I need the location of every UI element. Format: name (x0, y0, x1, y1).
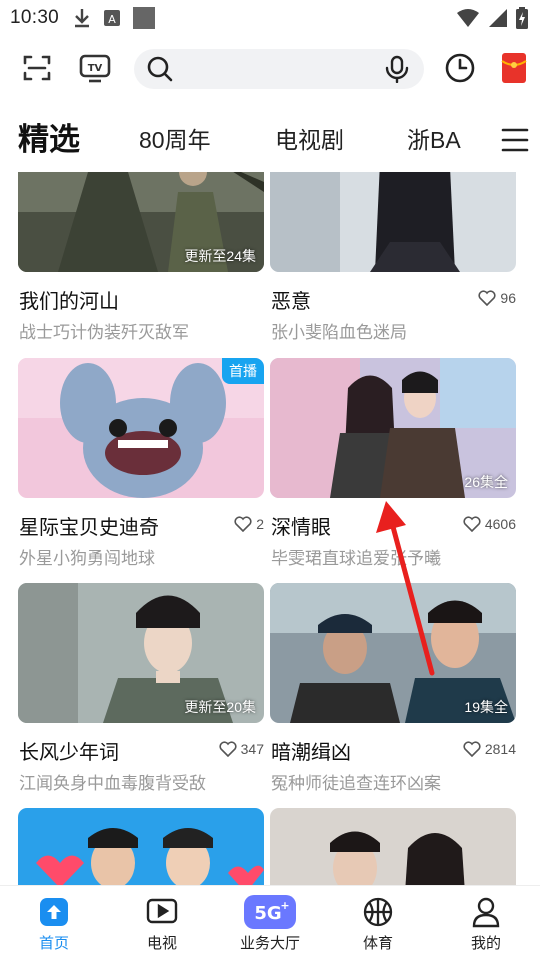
video-thumbnail[interactable] (270, 808, 516, 885)
tab-80th-anniversary[interactable]: 80周年 (139, 112, 211, 168)
heart-icon (463, 516, 481, 532)
nav-home[interactable]: 首页 (9, 892, 99, 956)
tab-tv-series[interactable]: 电视剧 (275, 112, 344, 168)
card-subtitle: 战士巧计伪装歼灭敌军 (19, 323, 189, 342)
signal-icon (489, 9, 507, 27)
video-card-deep-love-eyes[interactable]: 26集全 深情眼 4606 毕雯珺直球追爱张予曦 (270, 358, 516, 568)
status-time: 10:30 (10, 7, 60, 28)
premiere-badge: 首播 (222, 358, 264, 384)
card-subtitle: 张小斐陷血色迷局 (271, 323, 407, 342)
video-card-stitch[interactable]: 首播 星际宝贝史迪奇 2 外星小狗勇闯地球 (18, 358, 264, 568)
basketball-icon (362, 896, 394, 928)
nav-business-hall[interactable]: 5G + 业务大厅 (225, 892, 315, 956)
nav-label: 电视 (146, 935, 177, 952)
video-card-changfeng[interactable]: 更新至20集 长风少年词 347 江闻奂身中血毒腹背受敌 (18, 583, 264, 793)
like-number: 96 (500, 290, 516, 306)
nav-label: 首页 (38, 935, 69, 952)
card-title: 暗潮缉凶 (271, 742, 351, 764)
nav-sports[interactable]: 体育 (333, 892, 423, 956)
episode-badge: 19集全 (464, 699, 508, 715)
video-thumbnail[interactable]: 26集全 (270, 358, 516, 498)
heart-icon (478, 290, 496, 306)
content-feed[interactable]: 更新至24集 我们的河山 战士巧计伪装歼灭敌军 恶意 96 张小斐陷血色迷局 首… (0, 172, 540, 885)
episode-badge: 更新至20集 (184, 699, 256, 715)
card-subtitle: 江闻奂身中血毒腹背受敌 (19, 774, 206, 793)
svg-text:TV: TV (88, 63, 103, 74)
menu-icon[interactable] (500, 125, 530, 155)
battery-charging-icon (516, 7, 528, 29)
square-notification-icon (133, 7, 156, 29)
video-card-drama[interactable] (270, 808, 516, 885)
search-icon (147, 56, 173, 82)
like-number: 2814 (484, 741, 516, 757)
profile-icon (470, 896, 502, 928)
episode-badge: 更新至24集 (184, 248, 256, 264)
card-title: 长风少年词 (19, 742, 119, 764)
nav-label: 业务大厅 (239, 935, 300, 952)
heart-icon (463, 741, 481, 757)
tab-zhe-ba[interactable]: 浙BA (407, 112, 461, 168)
card-subtitle: 毕雯珺直球追爱张予曦 (271, 549, 441, 568)
history-clock-icon (445, 53, 475, 83)
category-tabs: 精选 80周年 电视剧 浙BA (0, 112, 540, 168)
like-number: 347 (240, 741, 264, 757)
status-system-icons (456, 7, 528, 29)
nav-tv[interactable]: 电视 (117, 892, 207, 956)
nav-label: 我的 (470, 935, 501, 952)
svg-text:A: A (108, 13, 116, 26)
search-input[interactable] (182, 49, 372, 89)
scan-button[interactable] (19, 50, 55, 86)
like-number: 4606 (484, 516, 516, 532)
card-title: 星际宝贝史迪奇 (19, 517, 159, 539)
microphone-icon[interactable] (384, 55, 410, 83)
heart-icon (234, 516, 252, 532)
download-icon (75, 9, 90, 28)
history-button[interactable] (442, 50, 478, 86)
like-number: 2 (256, 516, 264, 532)
home-upload-icon (38, 896, 70, 928)
card-title: 我们的河山 (19, 291, 119, 313)
bottom-navigation: 首页 电视 5G + 业务大厅 体育 我的 (0, 885, 540, 960)
video-thumbnail[interactable]: 首播 (18, 358, 264, 498)
5g-plus-icon: 5G + (242, 894, 298, 930)
card-title: 恶意 (271, 291, 311, 313)
text-notification-icon: A (104, 10, 121, 26)
red-envelope-icon (501, 53, 527, 83)
video-card-our-rivers[interactable]: 更新至24集 我们的河山 战士巧计伪装歼灭敌军 (18, 172, 264, 342)
status-notifications: A (73, 7, 156, 29)
tab-featured[interactable]: 精选 (18, 112, 80, 168)
like-count[interactable]: 96 (478, 290, 516, 306)
tv-play-icon (146, 896, 178, 928)
search-bar[interactable] (134, 49, 424, 89)
card-subtitle: 外星小狗勇闯地球 (19, 549, 155, 568)
nav-profile[interactable]: 我的 (441, 892, 531, 956)
top-bar: TV (0, 44, 540, 94)
nav-label: 体育 (362, 935, 393, 952)
video-thumbnail[interactable]: 19集全 (270, 583, 516, 723)
tv-cast-icon: TV (79, 54, 111, 83)
heart-icon (219, 741, 237, 757)
svg-text:5G: 5G (254, 903, 281, 924)
episode-badge: 26集全 (464, 474, 508, 490)
video-thumbnail[interactable] (270, 172, 516, 272)
red-envelope-button[interactable] (496, 50, 532, 86)
video-thumbnail[interactable] (18, 808, 264, 885)
like-count[interactable]: 347 (219, 741, 264, 757)
svg-text:+: + (280, 899, 289, 912)
tv-cast-button[interactable]: TV (77, 50, 113, 86)
status-bar: 10:30 A (0, 0, 540, 36)
card-subtitle: 冤种师徒追查连环凶案 (271, 774, 441, 793)
video-thumbnail[interactable]: 更新至24集 (18, 172, 264, 272)
card-title: 深情眼 (271, 517, 331, 539)
wifi-icon (457, 9, 479, 27)
like-count[interactable]: 4606 (463, 516, 516, 532)
like-count[interactable]: 2814 (463, 741, 516, 757)
video-card-undercurrent[interactable]: 19集全 暗潮缉凶 2814 冤种师徒追查连环凶案 (270, 583, 516, 793)
like-count[interactable]: 2 (234, 516, 264, 532)
video-card-variety-show[interactable] (18, 808, 264, 885)
video-thumbnail[interactable]: 更新至20集 (18, 583, 264, 723)
video-card-malice[interactable]: 恶意 96 张小斐陷血色迷局 (270, 172, 516, 342)
scan-icon (23, 55, 51, 81)
